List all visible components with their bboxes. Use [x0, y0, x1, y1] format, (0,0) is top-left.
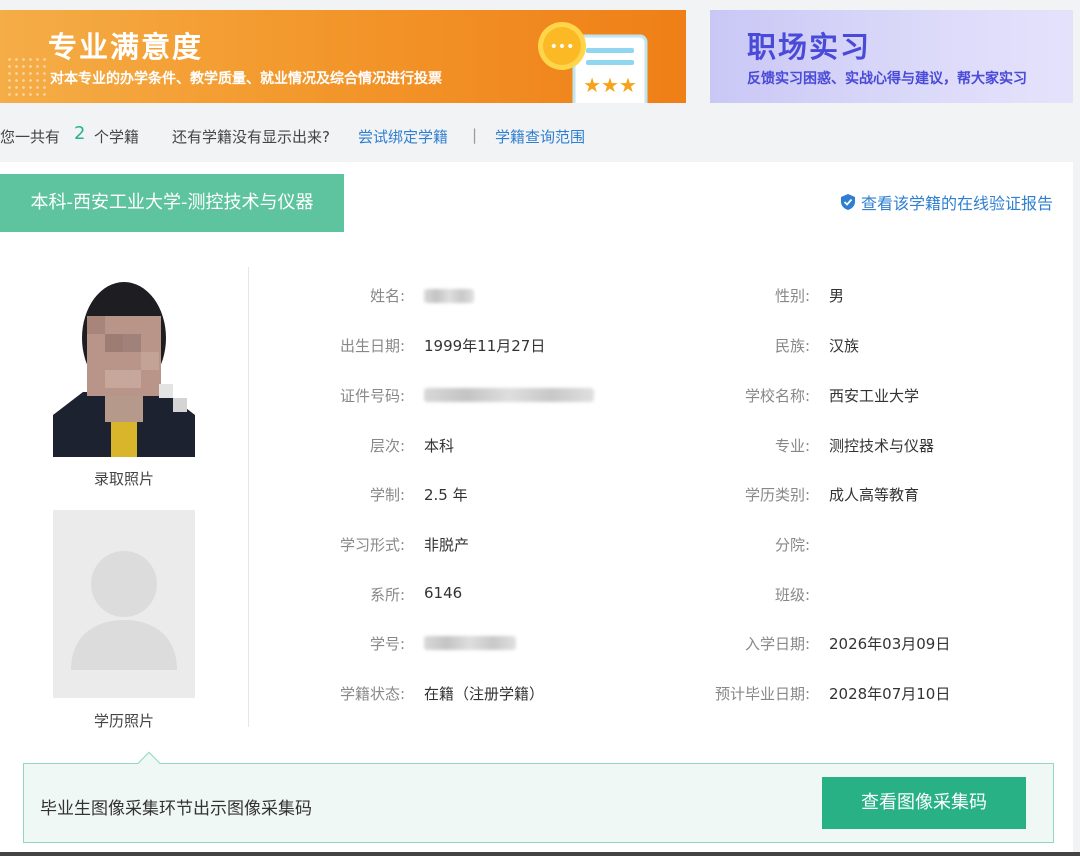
- school-value: 西安工业大学: [829, 387, 920, 405]
- student-id-label: 学号:: [369, 635, 405, 653]
- degree-photo: [53, 510, 195, 698]
- shield-icon: [840, 194, 855, 210]
- name-value-redacted: [424, 289, 474, 303]
- dot-pattern: [6, 56, 46, 96]
- internship-banner[interactable]: 职场实习 反馈实习困惑、实战心得与建议，帮大家实习: [710, 10, 1073, 103]
- enrollment-count: 2: [74, 123, 86, 144]
- department-label: 系所:: [369, 586, 405, 604]
- satisfaction-subtitle: 对本专业的办学条件、教学质量、就业情况及综合情况进行投票: [50, 71, 442, 87]
- branch-label: 分院:: [774, 536, 810, 554]
- survey-clipboard-icon: ••• ★★★: [538, 22, 648, 103]
- query-scope-link[interactable]: 学籍查询范围: [495, 126, 585, 147]
- graduation-date-value: 2028年07月10日: [829, 685, 951, 703]
- notice-text: 毕业生图像采集环节出示图像采集码: [40, 799, 312, 819]
- education-type-value: 成人高等教育: [829, 486, 920, 504]
- status-value: 在籍（注册学籍）: [424, 685, 545, 703]
- enrollment-tab[interactable]: 本科-西安工业大学-测控技术与仪器: [0, 174, 344, 232]
- major-label: 专业:: [774, 437, 810, 455]
- gender-label: 性别:: [774, 287, 810, 305]
- satisfaction-title: 专业满意度: [48, 30, 204, 64]
- missing-hint: 还有学籍没有显示出来?: [172, 128, 330, 146]
- bubble-dots: •••: [550, 39, 575, 55]
- internship-subtitle: 反馈实习困惑、实战心得与建议，帮大家实习: [747, 71, 1027, 87]
- birthdate-value: 1999年11月27日: [424, 337, 546, 355]
- summary-prefix: 您一共有: [0, 128, 61, 146]
- window-bottom-edge: [0, 852, 1080, 856]
- graduation-date-label: 预计毕业日期:: [714, 685, 810, 703]
- name-label: 姓名:: [369, 287, 405, 305]
- study-mode-label: 学习形式:: [339, 536, 405, 554]
- enroll-date-value: 2026年03月09日: [829, 635, 951, 653]
- enroll-date-label: 入学日期:: [744, 635, 810, 653]
- pixelated-portrait: [53, 280, 195, 457]
- education-type-label: 学历类别:: [744, 486, 810, 504]
- school-label: 学校名称:: [744, 387, 810, 405]
- duration-label: 学制:: [369, 486, 405, 504]
- notice-pointer: [137, 751, 161, 775]
- ethnicity-label: 民族:: [774, 337, 810, 355]
- column-divider: [248, 267, 249, 727]
- study-mode-value: 非脱产: [424, 536, 470, 554]
- bind-enrollment-link[interactable]: 尝试绑定学籍: [358, 126, 448, 147]
- level-value: 本科: [424, 437, 455, 455]
- image-code-notice: 毕业生图像采集环节出示图像采集码 查看图像采集码: [23, 751, 1054, 843]
- link-separator: |: [472, 126, 478, 144]
- verify-report-link[interactable]: 查看该学籍的在线验证报告: [840, 190, 1053, 214]
- view-image-code-button[interactable]: 查看图像采集码: [822, 777, 1026, 829]
- level-label: 层次:: [369, 437, 405, 455]
- enrollment-summary: 您一共有 2 个学籍 还有学籍没有显示出来? 尝试绑定学籍 | 学籍查询范围: [0, 118, 1080, 158]
- verify-report-label: 查看该学籍的在线验证报告: [860, 194, 1053, 213]
- student-id-value-redacted: [424, 636, 516, 650]
- degree-photo-label: 学历照片: [93, 712, 154, 730]
- svg-text:★★★: ★★★: [583, 73, 637, 97]
- major-value: 测控技术与仪器: [829, 437, 935, 455]
- id-number-value-redacted: [424, 388, 594, 402]
- gender-value: 男: [829, 287, 845, 305]
- status-label: 学籍状态:: [339, 685, 405, 703]
- id-number-label: 证件号码:: [339, 387, 405, 405]
- user-placeholder-icon: [53, 510, 195, 698]
- admission-photo: [53, 280, 195, 457]
- enrollment-card: 本科-西安工业大学-测控技术与仪器 查看该学籍的在线验证报告 录取照片 学历照片…: [0, 162, 1073, 852]
- birthdate-label: 出生日期:: [339, 337, 405, 355]
- admission-photo-label: 录取照片: [93, 470, 154, 488]
- duration-value: 2.5 年: [424, 486, 468, 504]
- internship-title: 职场实习: [747, 30, 872, 64]
- summary-suffix: 个学籍: [94, 128, 140, 146]
- satisfaction-banner[interactable]: 专业满意度 对本专业的办学条件、教学质量、就业情况及综合情况进行投票 ••• ★…: [0, 10, 686, 103]
- ethnicity-value: 汉族: [829, 337, 860, 355]
- class-label: 班级:: [774, 586, 810, 604]
- department-value: 6146: [424, 584, 463, 602]
